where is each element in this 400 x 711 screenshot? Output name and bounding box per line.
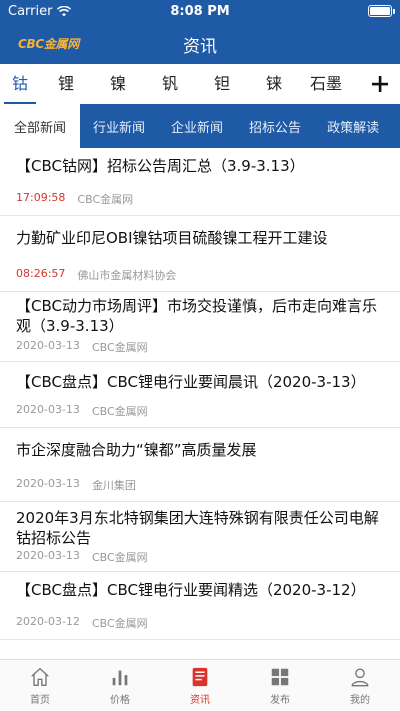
metal-tab-cobalt[interactable]: 钴 [0, 64, 40, 104]
tab-news-label: 资讯 [190, 695, 210, 706]
tab-bar: 首页 价格 资讯 发布 我的 [0, 659, 400, 711]
page-title: 资讯 [183, 37, 217, 57]
news-headline: 2020年3月东北特钢集团大连特殊钢有限责任公司电解钴招标公告 [16, 509, 379, 547]
metal-tab-graphite[interactable]: 石墨 [300, 64, 352, 104]
news-source: 佛山市金属材料协会 [77, 269, 177, 282]
news-meta: 2020-03-13 CBC金属网 [16, 549, 148, 565]
metal-tab-nickel[interactable]: 镍 [92, 64, 144, 104]
status-bar: Carrier 8:08 PM [0, 0, 400, 22]
news-item[interactable]: 力勤矿业印尼OBI镍钴项目硫酸镍工程开工建设 08:26:57 佛山市金属材料协… [0, 216, 400, 292]
home-icon [31, 668, 49, 686]
news-item[interactable]: 市企深度融合助力“镍都”高质量发展 2020-03-13 金川集团 [0, 428, 400, 502]
news-meta: 17:09:58 CBC金属网 [16, 191, 133, 207]
news-source: CBC金属网 [77, 193, 134, 206]
category-tab-industry[interactable]: 行业新闻 [80, 104, 158, 148]
news-item[interactable]: 【CBC钴网】招标公告周汇总（3.9-3.13） 17:09:58 CBC金属网 [0, 148, 400, 216]
news-time: 2020-03-13 [16, 403, 80, 416]
metal-tab-rhenium[interactable]: 铼 [248, 64, 300, 104]
user-icon [351, 668, 369, 687]
grid-icon [271, 668, 289, 686]
news-source: CBC金属网 [91, 405, 148, 418]
news-time: 2020-03-13 [16, 339, 80, 352]
news-headline: 【CBC盘点】CBC锂电行业要闻晨讯（2020-3-13） [16, 373, 366, 391]
news-meta: 2020-03-12 CBC金属网 [16, 615, 148, 631]
metal-tabs: 钴 锂 镍 钒 钽 铼 石墨 [0, 64, 400, 104]
news-time: 08:26:57 [16, 267, 66, 280]
news-source: 金川集团 [91, 479, 136, 492]
news-time: 2020-03-13 [16, 477, 80, 490]
tab-publish-label: 发布 [270, 695, 290, 706]
category-tabs: 全部新闻 行业新闻 企业新闻 招标公告 政策解读 [0, 104, 400, 148]
news-source: CBC金属网 [91, 341, 148, 354]
nav-bar: CBC金属网 资讯 [0, 22, 400, 64]
news-item[interactable]: 【CBC盘点】CBC锂电行业要闻精选（2020-3-12） 2020-03-12… [0, 572, 400, 640]
news-headline: 【CBC动力市场周评】市场交投谨慎，后市走向难言乐观（3.9-3.13） [16, 297, 377, 335]
tab-home-label: 首页 [30, 695, 50, 706]
news-time: 17:09:58 [16, 191, 66, 204]
metal-tab-tantalum[interactable]: 钽 [196, 64, 248, 104]
news-headline: 市企深度融合助力“镍都”高质量发展 [16, 441, 257, 459]
tab-publish[interactable]: 发布 [240, 660, 320, 711]
tab-mine[interactable]: 我的 [320, 660, 400, 711]
metal-tab-lithium[interactable]: 锂 [40, 64, 92, 104]
battery-icon [368, 5, 395, 17]
news-headline: 【CBC盘点】CBC锂电行业要闻精选（2020-3-12） [16, 581, 366, 599]
category-tab-policy[interactable]: 政策解读 [314, 104, 392, 148]
tab-home[interactable]: 首页 [0, 660, 80, 711]
news-meta: 2020-03-13 金川集团 [16, 477, 136, 493]
news-list: 【CBC钴网】招标公告周汇总（3.9-3.13） 17:09:58 CBC金属网… [0, 148, 400, 640]
news-item[interactable]: 2020年3月东北特钢集团大连特殊钢有限责任公司电解钴招标公告 2020-03-… [0, 502, 400, 572]
news-meta: 2020-03-13 CBC金属网 [16, 403, 148, 419]
news-item[interactable]: 【CBC动力市场周评】市场交投谨慎，后市走向难言乐观（3.9-3.13） 202… [0, 292, 400, 362]
news-source: CBC金属网 [91, 617, 148, 630]
add-tab-button[interactable] [360, 64, 400, 104]
category-tab-tender[interactable]: 招标公告 [236, 104, 314, 148]
bar-chart-icon [112, 670, 128, 686]
category-tab-enterprise[interactable]: 企业新闻 [158, 104, 236, 148]
news-time: 2020-03-13 [16, 549, 80, 562]
news-source: CBC金属网 [91, 551, 148, 564]
metal-tab-vanadium[interactable]: 钒 [144, 64, 196, 104]
status-time: 8:08 PM [170, 3, 230, 19]
tab-price[interactable]: 价格 [80, 660, 160, 711]
news-headline: 【CBC钴网】招标公告周汇总（3.9-3.13） [16, 157, 305, 175]
news-time: 2020-03-12 [16, 615, 80, 628]
category-tab-all[interactable]: 全部新闻 [0, 104, 81, 148]
tab-news[interactable]: 资讯 [160, 660, 240, 711]
news-meta: 08:26:57 佛山市金属材料协会 [16, 267, 176, 283]
plus-icon [372, 76, 388, 92]
tab-mine-label: 我的 [350, 695, 370, 706]
news-icon [192, 667, 208, 687]
tab-price-label: 价格 [110, 695, 130, 706]
news-item[interactable]: 【CBC盘点】CBC锂电行业要闻晨讯（2020-3-13） 2020-03-13… [0, 362, 400, 428]
news-headline: 力勤矿业印尼OBI镍钴项目硫酸镍工程开工建设 [16, 229, 328, 247]
news-meta: 2020-03-13 CBC金属网 [16, 339, 148, 355]
